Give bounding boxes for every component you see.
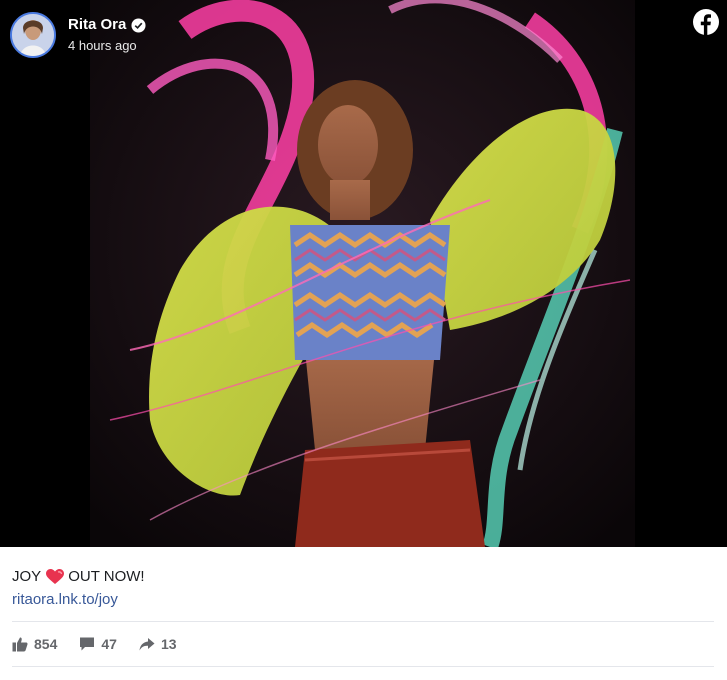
social-post-card: Rita Ora 4 hours ago JOY OUT NOW! ritaor…: [0, 0, 727, 680]
photo-artwork: [90, 0, 635, 547]
comment-icon: [80, 637, 95, 651]
author-name[interactable]: Rita Ora: [68, 16, 126, 34]
post-timestamp[interactable]: 4 hours ago: [68, 38, 146, 54]
share-arrow-icon: [139, 638, 155, 651]
post-header: Rita Ora 4 hours ago: [10, 10, 146, 60]
comments-stat[interactable]: 47: [79, 636, 117, 652]
likes-count: 854: [34, 636, 58, 652]
comments-count: 47: [101, 636, 117, 652]
likes-stat[interactable]: 854: [12, 636, 57, 652]
shares-stat[interactable]: 13: [139, 636, 177, 652]
heart-icon: [46, 568, 65, 585]
shares-count: 13: [160, 636, 177, 652]
stats-divider-top: [12, 621, 714, 622]
stats-divider-bottom: [12, 666, 714, 667]
post-media[interactable]: Rita Ora 4 hours ago: [0, 0, 727, 547]
avatar-image: [12, 14, 54, 56]
verified-badge-icon: [131, 17, 146, 33]
author-row: Rita Ora: [68, 16, 146, 34]
post-photo[interactable]: [90, 0, 635, 547]
thumbs-up-icon: [12, 637, 28, 652]
caption-text-start: JOY: [12, 568, 42, 585]
caption-text-end: OUT NOW!: [68, 568, 145, 585]
post-caption: JOY OUT NOW!: [12, 568, 145, 585]
post-link[interactable]: ritaora.lnk.to/joy: [12, 591, 118, 608]
post-meta: Rita Ora 4 hours ago: [68, 16, 146, 54]
engagement-stats: 854 47 13: [12, 634, 199, 654]
author-avatar[interactable]: [10, 12, 56, 58]
facebook-icon[interactable]: [693, 9, 719, 36]
